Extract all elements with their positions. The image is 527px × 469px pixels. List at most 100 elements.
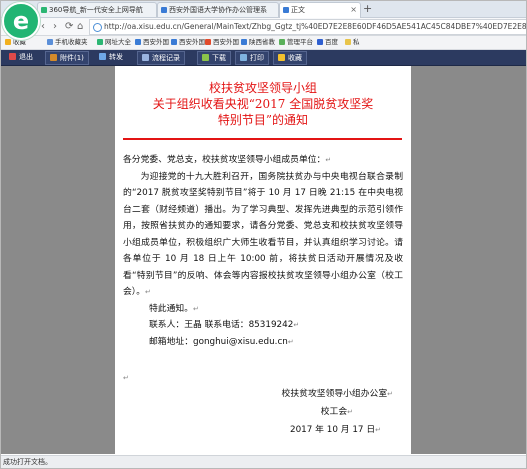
document-title-line-3: 特别节目”的通知 <box>217 113 309 127</box>
close-tab-icon[interactable]: × <box>350 3 357 17</box>
toolbar-label: 退出 <box>19 53 33 61</box>
red-header-rule <box>123 138 402 140</box>
bookmark-xisu-3[interactable]: 西安外国 <box>205 36 239 49</box>
signature-office-text: 校扶贫攻坚领导小组办公室 <box>281 389 388 399</box>
baidu-icon <box>317 39 323 45</box>
paragraph-mark: ↵ <box>145 288 151 296</box>
document-title-line-1: 校扶贫攻坚领导小组 <box>208 81 317 95</box>
contact-line: 联系人：王晶 联系电话：85319242↵ <box>123 317 403 334</box>
star-icon <box>5 39 11 45</box>
status-text: 成功打开文档。 <box>3 458 52 466</box>
bookmark-mobile[interactable]: 手机收藏夹 <box>47 36 88 49</box>
paragraph-mark: ↵ <box>293 321 300 329</box>
paragraph-mark: ↵ <box>347 408 353 416</box>
forward-button[interactable]: › <box>53 19 57 34</box>
phone-icon <box>47 39 53 45</box>
paragraph-mark: ↵ <box>387 390 393 398</box>
new-tab-button[interactable]: + <box>363 2 372 15</box>
bookmark-xisu-1[interactable]: 西安外国 <box>135 36 169 49</box>
forward-doc-button[interactable]: 转发 <box>99 50 123 65</box>
signature-date: 2017 年 10 月 17 日↵ <box>290 422 381 438</box>
contact-text: 联系人：王晶 联系电话：85319242 <box>149 320 294 330</box>
document-title-line-2: 关于组织收看央视“2017 全国脱贫攻坚奖 <box>152 97 374 111</box>
signature-union: 校工会↵ <box>321 404 353 420</box>
tab-label: 正文 <box>291 6 305 14</box>
bookmark-label: 手机收藏夹 <box>55 38 88 46</box>
page-icon <box>241 39 247 45</box>
toolbar-label: 下载 <box>212 54 226 62</box>
exit-button[interactable]: 退出 <box>9 50 33 65</box>
360-favicon-icon <box>41 7 47 13</box>
bookmark-label: 西安外国 <box>143 38 169 46</box>
bookmarks-bar: 收藏 手机收藏夹 网址大全 西安外国 西安外国 西安外国 陕西省教 管理平台 百… <box>1 36 526 50</box>
forward-icon <box>99 53 106 60</box>
browser-logo-icon[interactable]: e <box>2 2 40 40</box>
tab-360-nav[interactable]: 360导航_新一代安全上网导航 <box>37 2 157 17</box>
document-page: 校扶贫攻坚领导小组 关于组织收看央视“2017 全国脱贫攻坚奖 特别节目”的通知… <box>115 66 411 454</box>
document-viewer[interactable]: 校扶贫攻坚领导小组 关于组织收看央视“2017 全国脱贫攻坚奖 特别节目”的通知… <box>1 66 526 454</box>
xisu-icon <box>205 39 211 45</box>
email-line: 邮箱地址：gonghui@xisu.edu.cn↵ <box>123 334 403 351</box>
bookmark-label: 陕西省教 <box>249 38 275 46</box>
toolbar-label: 打印 <box>250 54 264 62</box>
bookmark-directory[interactable]: 网址大全 <box>97 36 131 49</box>
globe-icon <box>97 39 103 45</box>
notice-text: 特此通知。 <box>149 303 193 314</box>
folder-icon <box>345 39 351 45</box>
printer-icon <box>240 54 247 61</box>
page-icon <box>279 39 285 45</box>
logo-letter: e <box>12 7 30 35</box>
signature-office: 校扶贫攻坚领导小组办公室↵ <box>282 386 393 402</box>
tab-strip: 360导航_新一代安全上网导航 西安外国语大学协作办公管理系 正文 × + <box>1 1 526 18</box>
toolbar-label: 附件(1) <box>60 54 84 62</box>
navigation-bar: ‹ › ⟳ ⌂ http://oa.xisu.edu.cn/General/Ma… <box>1 18 526 36</box>
home-button[interactable]: ⌂ <box>77 19 83 34</box>
xisu-icon <box>135 39 141 45</box>
email-text: 邮箱地址：gonghui@xisu.edu.cn <box>149 336 288 347</box>
print-button[interactable]: 打印 <box>235 51 269 65</box>
address-bar[interactable]: http://oa.xisu.edu.cn/General/MainText/Z… <box>89 19 526 35</box>
xisu-favicon-icon <box>161 7 167 13</box>
paragraph-mark: ↵ <box>123 374 129 382</box>
attachment-button[interactable]: 附件(1) <box>45 51 89 65</box>
download-button[interactable]: 下载 <box>197 51 231 65</box>
xisu-favicon-icon <box>283 7 289 13</box>
bookmark-label: 私 <box>353 38 360 46</box>
refresh-button[interactable]: ⟳ <box>65 19 73 34</box>
exit-icon <box>9 53 16 60</box>
paragraph-mark: ↵ <box>325 156 332 164</box>
salutation-text: 各分党委、党总支，校扶贫攻坚领导小组成员单位： <box>123 155 326 165</box>
bookmark-label: 西安外国 <box>213 38 239 46</box>
tab-label: 360导航_新一代安全上网导航 <box>49 6 143 14</box>
bookmark-admin-platform[interactable]: 管理平台 <box>279 36 313 49</box>
bookmark-baidu[interactable]: 百度 <box>317 36 338 49</box>
document-body: 各分党委、党总支，校扶贫攻坚领导小组成员单位：↵ 为迎接党的十九大胜利召开，国务… <box>123 152 403 350</box>
bookmark-shaanxi-edu[interactable]: 陕西省教 <box>241 36 275 49</box>
bookmark-label: 百度 <box>325 38 338 46</box>
tab-label: 西安外国语大学协作办公管理系 <box>169 6 267 14</box>
main-paragraph: 为迎接党的十九大胜利召开，国务院扶贫办与中央电视台联合录制的“2017 脱贫攻坚… <box>123 169 403 301</box>
bookmark-private[interactable]: 私 <box>345 36 360 49</box>
signature-date-text: 2017 年 10 月 17 日 <box>289 425 376 435</box>
workflow-log-button[interactable]: 流程记录 <box>137 51 185 65</box>
url-text[interactable]: http://oa.xisu.edu.cn/General/MainText/Z… <box>104 20 526 34</box>
paragraph-mark: ↵ <box>193 304 199 313</box>
document-toolbar: 退出 附件(1) 转发 流程记录 下载 打印 收藏 <box>1 50 526 66</box>
flow-arrow-icon <box>142 54 149 61</box>
main-paragraph-text: 为迎接党的十九大胜利召开，国务院扶贫办与中央电视台联合录制的“2017 脱贫攻坚… <box>123 171 403 298</box>
toolbar-label: 转发 <box>109 53 123 61</box>
toolbar-label: 收藏 <box>288 54 302 62</box>
signature-union-text: 校工会 <box>320 407 348 417</box>
browser-window: 360导航_新一代安全上网导航 西安外国语大学协作办公管理系 正文 × + e … <box>0 0 527 469</box>
xisu-icon <box>171 39 177 45</box>
site-info-icon[interactable] <box>93 23 102 32</box>
bookmark-xisu-2[interactable]: 西安外国 <box>171 36 205 49</box>
favorite-button[interactable]: 收藏 <box>273 51 307 65</box>
paperclip-icon <box>50 54 57 61</box>
bookmark-label: 管理平台 <box>287 38 313 46</box>
tab-document[interactable]: 正文 × <box>279 2 361 18</box>
salutation: 各分党委、党总支，校扶贫攻坚领导小组成员单位：↵ <box>123 152 403 169</box>
paragraph-mark: ↵ <box>375 426 381 434</box>
back-button[interactable]: ‹ <box>41 19 45 34</box>
tab-oa-system[interactable]: 西安外国语大学协作办公管理系 <box>157 2 279 17</box>
